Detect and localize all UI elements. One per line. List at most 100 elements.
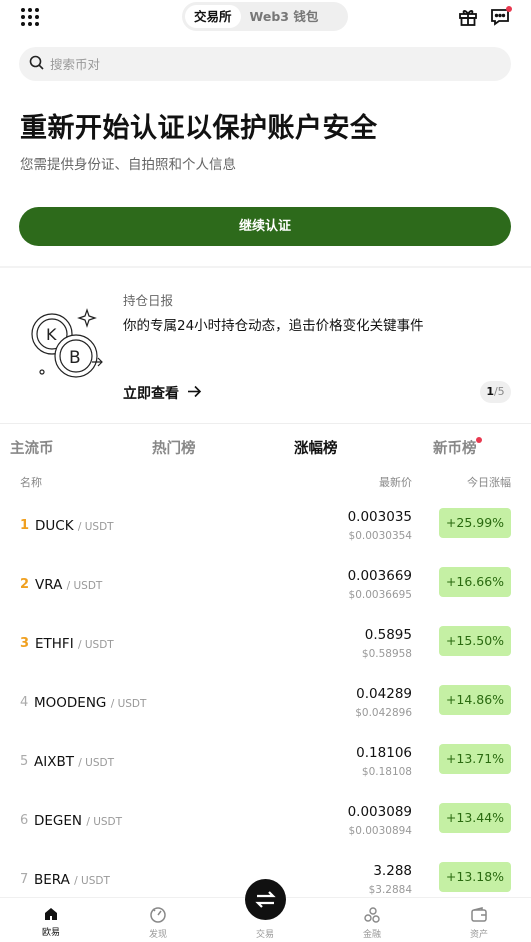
fiat-price: $0.0036695 bbox=[348, 589, 412, 601]
chat-icon[interactable] bbox=[489, 6, 512, 28]
symbol: ETHFI / USDT bbox=[35, 636, 114, 652]
segment-exchange[interactable]: 交易所 bbox=[185, 5, 241, 28]
fiat-price: $0.0030894 bbox=[348, 825, 412, 837]
symbol: VRA / USDT bbox=[35, 577, 102, 593]
wallet-icon bbox=[471, 907, 487, 922]
pager-current: 1 bbox=[486, 385, 494, 398]
fiat-price: $0.18108 bbox=[361, 766, 412, 778]
rank: 7 bbox=[20, 872, 29, 887]
search-icon bbox=[29, 55, 44, 74]
finance-icon bbox=[364, 907, 380, 923]
exchange-wallet-switch: 交易所 Web3 钱包 bbox=[182, 2, 348, 31]
quote-currency: / USDT bbox=[110, 698, 147, 710]
change-badge[interactable]: +13.71% bbox=[439, 744, 511, 774]
chat-notification-dot bbox=[506, 6, 512, 12]
carousel-pager: 1/5 bbox=[480, 381, 511, 403]
quote-currency: / USDT bbox=[74, 875, 110, 887]
table-row[interactable]: 1 DUCK / USDT 0.003035 $0.0030354 +25.99… bbox=[0, 508, 531, 567]
last-price: 0.003035 bbox=[347, 509, 412, 525]
rank: 3 bbox=[20, 636, 30, 651]
quote-currency: / USDT bbox=[66, 580, 103, 592]
table-row[interactable]: 6 DEGEN / USDT 0.003089 $0.0030894 +13.4… bbox=[0, 803, 531, 862]
last-price: 0.003089 bbox=[347, 804, 412, 820]
quote-currency: / USDT bbox=[77, 521, 114, 533]
change-badge[interactable]: +25.99% bbox=[439, 508, 511, 538]
table-row[interactable]: 2 VRA / USDT 0.003669 $0.0036695 +16.66% bbox=[0, 567, 531, 626]
symbol-name: AIXBT bbox=[34, 754, 74, 770]
continue-verification-button[interactable]: 继续认证 bbox=[19, 207, 511, 246]
nav-trade-label: 交易 bbox=[255, 930, 274, 940]
quote-currency: / USDT bbox=[77, 639, 114, 651]
tab-new-coins[interactable]: 新币榜 bbox=[433, 437, 477, 458]
symbol: BERA / USDT bbox=[34, 872, 110, 888]
market-tabs: 主流币 热门榜 涨幅榜 新币榜 bbox=[0, 437, 531, 459]
gift-icon[interactable] bbox=[457, 6, 479, 28]
verify-subtitle: 您需提供身份证、自拍照和个人信息 bbox=[20, 157, 236, 173]
fiat-price: $0.58958 bbox=[361, 648, 412, 660]
view-now-label: 立即查看 bbox=[123, 386, 179, 402]
fiat-price: $0.042896 bbox=[355, 707, 412, 719]
pager-total: /5 bbox=[493, 385, 505, 398]
table-row[interactable]: 4 MOODENG / USDT 0.04289 $0.042896 +14.8… bbox=[0, 685, 531, 744]
new-coins-dot bbox=[476, 437, 482, 443]
symbol-name: MOODENG bbox=[34, 695, 107, 711]
grid-menu-icon[interactable] bbox=[21, 8, 39, 26]
rank: 4 bbox=[20, 695, 29, 710]
last-price: 0.04289 bbox=[356, 686, 412, 702]
column-name: 名称 bbox=[20, 476, 42, 489]
symbol: AIXBT / USDT bbox=[34, 754, 114, 770]
symbol: DUCK / USDT bbox=[35, 518, 114, 534]
svg-text:B: B bbox=[69, 348, 81, 368]
last-price: 0.5895 bbox=[364, 627, 412, 643]
table-row[interactable]: 5 AIXBT / USDT 0.18106 $0.18108 +13.71% bbox=[0, 744, 531, 803]
view-now-link[interactable]: 立即查看 bbox=[123, 383, 202, 403]
top-bar: 交易所 Web3 钱包 bbox=[0, 0, 531, 34]
svg-text:K: K bbox=[46, 325, 57, 344]
nav-assets[interactable]: 资产 bbox=[449, 906, 509, 940]
nav-finance[interactable]: 金融 bbox=[342, 906, 402, 940]
report-description: 你的专属24小时持仓动态，追击价格变化关键事件 bbox=[123, 318, 424, 334]
quote-currency: / USDT bbox=[78, 757, 115, 769]
change-badge[interactable]: +14.86% bbox=[439, 685, 511, 715]
swap-icon bbox=[255, 891, 276, 908]
search-input[interactable] bbox=[50, 56, 490, 72]
rank: 6 bbox=[20, 813, 29, 828]
tab-hot[interactable]: 热门榜 bbox=[152, 437, 196, 458]
segment-web3-wallet[interactable]: Web3 钱包 bbox=[241, 5, 328, 28]
fiat-price: $0.0030354 bbox=[348, 530, 412, 542]
report-label: 持仓日报 bbox=[123, 293, 174, 308]
change-badge[interactable]: +16.66% bbox=[439, 567, 511, 597]
symbol-name: DEGEN bbox=[34, 813, 83, 829]
symbol-name: BERA bbox=[34, 872, 70, 888]
table-row[interactable]: 3 ETHFI / USDT 0.5895 $0.58958 +15.50% bbox=[0, 626, 531, 685]
last-price: 0.003669 bbox=[347, 568, 412, 584]
trade-fab-button[interactable] bbox=[245, 879, 286, 920]
arrow-right-icon bbox=[187, 385, 202, 402]
nav-home[interactable]: 欧易 bbox=[21, 906, 81, 938]
rank: 1 bbox=[20, 518, 30, 533]
nav-discover[interactable]: 发现 bbox=[128, 906, 188, 940]
nav-assets-label: 资产 bbox=[469, 930, 488, 940]
verify-title: 重新开始认证以保护账户安全 bbox=[20, 113, 378, 144]
section-divider-line bbox=[0, 423, 531, 424]
rank: 5 bbox=[20, 754, 29, 769]
symbol-name: ETHFI bbox=[35, 636, 74, 652]
nav-finance-label: 金融 bbox=[362, 930, 381, 940]
column-price: 最新价 bbox=[379, 476, 412, 489]
rank: 2 bbox=[20, 577, 30, 592]
change-badge[interactable]: +13.44% bbox=[439, 803, 511, 833]
symbol-name: DUCK bbox=[35, 518, 74, 534]
tab-gainers[interactable]: 涨幅榜 bbox=[294, 437, 338, 458]
search-bar[interactable] bbox=[19, 47, 511, 81]
section-divider bbox=[0, 266, 531, 268]
change-badge[interactable]: +13.18% bbox=[439, 862, 511, 892]
symbol: DEGEN / USDT bbox=[34, 813, 122, 829]
quote-currency: / USDT bbox=[86, 816, 123, 828]
symbol-name: VRA bbox=[35, 577, 63, 593]
tab-mainstream[interactable]: 主流币 bbox=[10, 437, 54, 458]
symbol: MOODENG / USDT bbox=[34, 695, 146, 711]
column-change: 今日涨幅 bbox=[467, 476, 511, 489]
coins-illustration: K B bbox=[24, 308, 106, 380]
change-badge[interactable]: +15.50% bbox=[439, 626, 511, 656]
nav-home-label: 欧易 bbox=[41, 928, 60, 938]
